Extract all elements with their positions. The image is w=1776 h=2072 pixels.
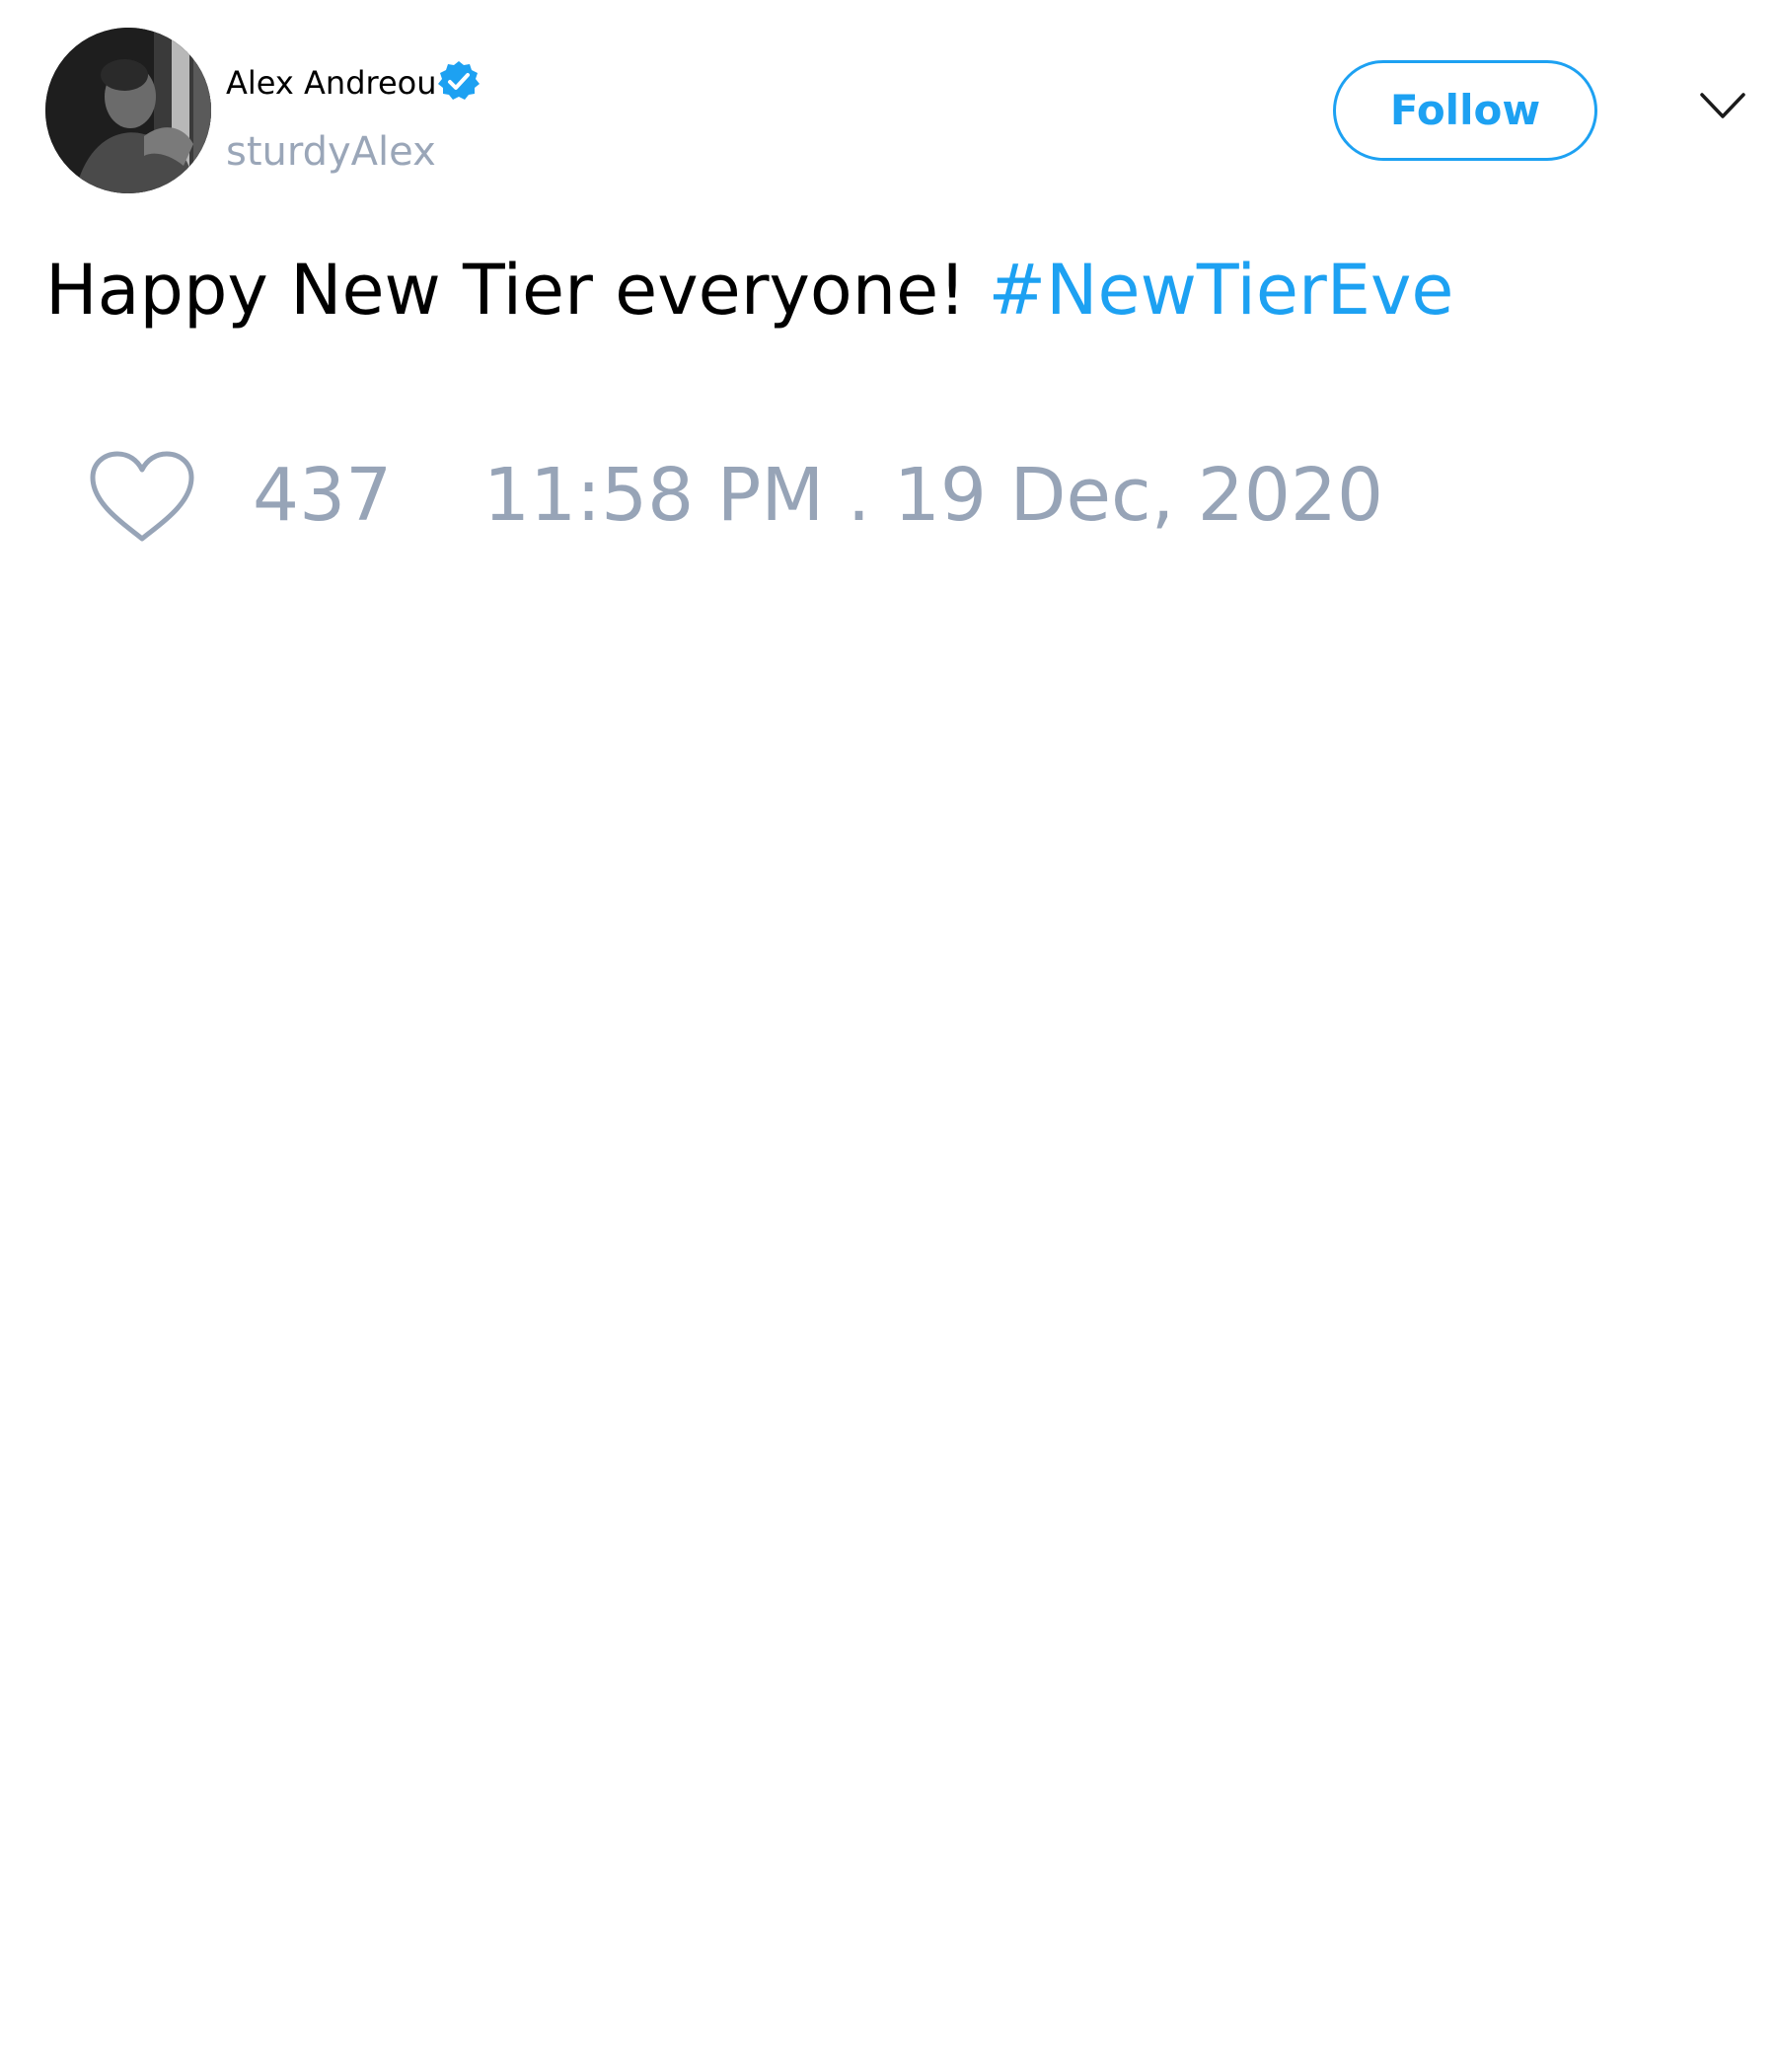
avatar[interactable] bbox=[45, 28, 211, 193]
hashtag-link[interactable]: #NewTierEve bbox=[989, 250, 1454, 331]
display-name[interactable]: Alex Andreou bbox=[226, 63, 437, 103]
timestamp[interactable]: 11:58 PM . 19 Dec, 2020 bbox=[483, 452, 1383, 539]
follow-button[interactable]: Follow bbox=[1333, 60, 1597, 161]
tweet-text: Happy New Tier everyone! #NewTierEve bbox=[45, 249, 1453, 332]
user-handle[interactable]: sturdyAlex bbox=[226, 128, 436, 176]
like-count: 437 bbox=[253, 453, 393, 538]
chevron-down-icon[interactable] bbox=[1699, 91, 1746, 122]
tweet-card: Alex Andreou sturdyAlex Follow Happy New… bbox=[0, 0, 1776, 2072]
tweet-body: Happy New Tier everyone! bbox=[45, 250, 967, 331]
heart-icon[interactable] bbox=[89, 450, 195, 545]
verified-badge-icon bbox=[438, 61, 480, 100]
